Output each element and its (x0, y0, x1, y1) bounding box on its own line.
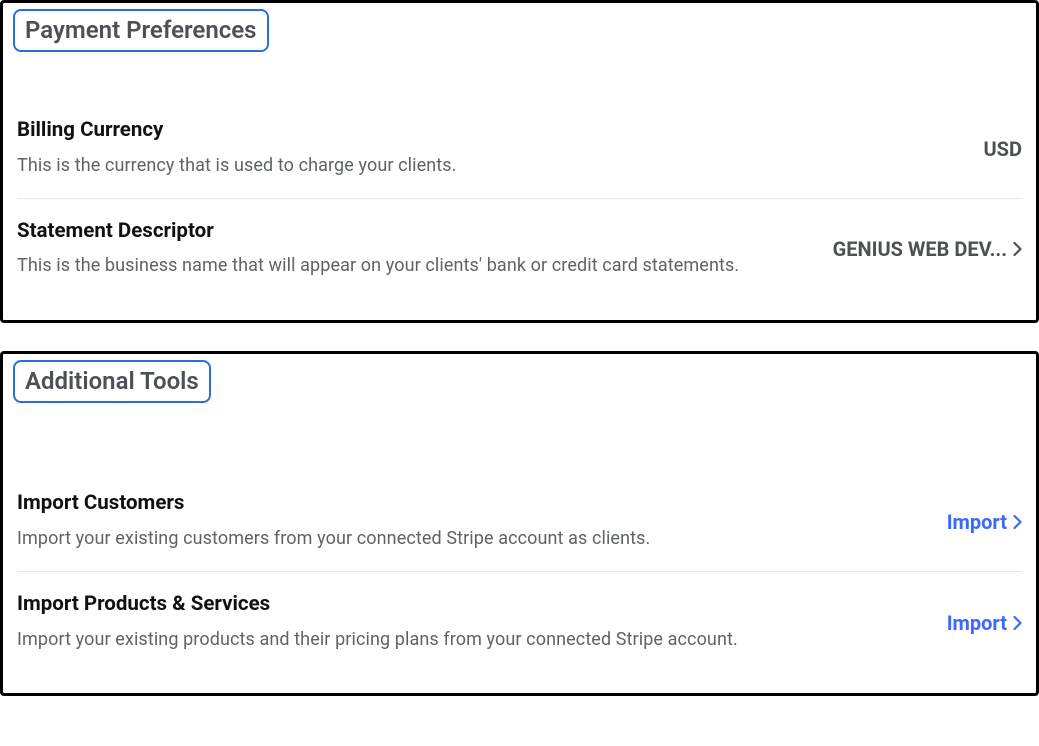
row-left: Import Products & Services Import your e… (17, 592, 923, 654)
billing-currency-title: Billing Currency (17, 118, 960, 144)
import-products-row: Import Products & Services Import your e… (17, 571, 1022, 672)
billing-currency-desc: This is the currency that is used to cha… (17, 152, 960, 180)
import-customers-button[interactable]: Import (947, 510, 1022, 534)
import-label: Import (947, 510, 1007, 534)
statement-descriptor-desc: This is the business name that will appe… (17, 252, 809, 280)
chevron-right-icon (1013, 616, 1022, 630)
statement-descriptor-title: Statement Descriptor (17, 219, 809, 245)
payment-preferences-panel: Payment Preferences Billing Currency Thi… (0, 0, 1039, 323)
import-customers-desc: Import your existing customers from your… (17, 525, 923, 553)
billing-currency-value: USD (984, 137, 1023, 161)
panel-title: Additional Tools (13, 360, 211, 403)
statement-descriptor-button[interactable]: GENIUS WEB DEV... (833, 237, 1022, 261)
statement-descriptor-row: Statement Descriptor This is the busines… (17, 198, 1022, 299)
import-products-title: Import Products & Services (17, 592, 923, 618)
import-products-button[interactable]: Import (947, 611, 1022, 635)
chevron-right-icon (1013, 242, 1022, 256)
import-label: Import (947, 611, 1007, 635)
chevron-right-icon (1013, 515, 1022, 529)
import-customers-row: Import Customers Import your existing cu… (17, 471, 1022, 571)
statement-descriptor-value: GENIUS WEB DEV... (833, 237, 1007, 261)
import-customers-title: Import Customers (17, 491, 923, 517)
additional-tools-panel: Additional Tools Import Customers Import… (0, 351, 1039, 696)
row-right: USD (984, 137, 1023, 161)
billing-currency-row: Billing Currency This is the currency th… (17, 98, 1022, 198)
row-left: Statement Descriptor This is the busines… (17, 219, 809, 281)
rows-container: Billing Currency This is the currency th… (17, 98, 1022, 298)
row-left: Billing Currency This is the currency th… (17, 118, 960, 180)
panel-title: Payment Preferences (13, 9, 269, 52)
rows-container: Import Customers Import your existing cu… (17, 471, 1022, 671)
import-products-desc: Import your existing products and their … (17, 626, 923, 654)
row-left: Import Customers Import your existing cu… (17, 491, 923, 553)
